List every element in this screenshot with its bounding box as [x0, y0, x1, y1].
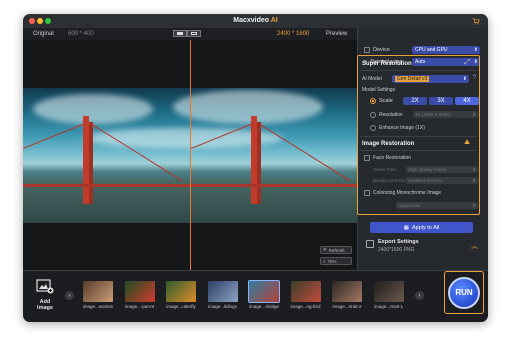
thumbnail-image	[207, 281, 238, 302]
background-label: Background Face	[373, 178, 409, 183]
super-resolution-title: Super Resolution	[362, 61, 412, 67]
thumbnail-image	[332, 281, 362, 302]
restoration-icon: ⛰	[464, 139, 470, 146]
background-select[interactable]: Gradient Overlay ⬍	[406, 177, 478, 184]
thumbnail-item[interactable]: image...ildings	[204, 281, 242, 315]
thumbnail-caption: image...ildings	[208, 304, 237, 309]
cart-icon[interactable]	[472, 17, 480, 25]
thumbnail-image	[248, 280, 280, 303]
refresh-button[interactable]: ⟳ Refresh	[320, 246, 352, 254]
resolution-radio[interactable]	[370, 112, 376, 118]
thumbnail-caption: image...-parrot	[124, 304, 155, 309]
thumbnail-strip: Add Image ‹ image...woman image...-parrot…	[23, 270, 488, 322]
app-window: Macxvideo AI Original 600 * 400 2400 * 1…	[23, 14, 488, 322]
thumbnail-item[interactable]: image...rtrait-1	[370, 281, 408, 315]
device-select[interactable]: CPU and GPU ⬍	[412, 46, 480, 54]
scale-3x-button[interactable]: 3X	[429, 97, 453, 105]
thumbnail-caption: image...woman	[82, 304, 114, 309]
ai-model-label: AI Model	[362, 76, 382, 82]
thumbnail-item[interactable]: image...rtrait-2	[328, 281, 366, 315]
zoom-level-select[interactable]: ⌕ 75%	[320, 257, 352, 265]
export-settings-row[interactable]: Export Settings 2400*1600 PNG ︽	[362, 237, 482, 255]
thumbnail-item[interactable]: image...woman	[79, 281, 117, 315]
scale-radio[interactable]	[370, 98, 376, 104]
output-resolution: 2400 * 1600	[277, 31, 310, 37]
colorizing-option[interactable]: Colorizing Monochrome Image	[364, 190, 441, 196]
thumbnail-caption: image...rtrait-1	[373, 304, 403, 309]
model-settings-label: Model Settings	[362, 87, 396, 93]
original-label: Original	[33, 31, 54, 37]
run-button-frame: RUN	[444, 271, 484, 314]
thumbnail-item[interactable]: image...ng-bird	[287, 281, 325, 315]
face-restoration-option[interactable]: Face Restoration	[364, 155, 411, 161]
export-icon	[366, 240, 374, 248]
app-title: Macxvideo AI	[233, 17, 278, 24]
side-by-side-button[interactable]	[187, 30, 201, 37]
thumbnail-image	[373, 281, 404, 302]
help-icon[interactable]: ?	[473, 75, 476, 81]
resolution-select[interactable]: 4K (4096 X 4096) ⬍	[413, 111, 478, 118]
preview-label: Preview	[326, 31, 348, 37]
run-button[interactable]: RUN	[448, 276, 480, 309]
thumbnail-image	[166, 281, 196, 302]
colorizing-checkbox[interactable]	[364, 190, 370, 196]
thumbnail-caption: image...ng-bird	[290, 304, 321, 309]
chevron-up-icon[interactable]: ︽	[471, 241, 478, 251]
enhance-option[interactable]: Enhance Image (1X)	[370, 125, 425, 131]
thumbnail-image	[83, 281, 113, 302]
thumbnail-caption: image...-bridge	[248, 304, 279, 309]
super-resolution-section: Super Resolution ⤢ AI Model Gen Detail v…	[357, 55, 480, 215]
preview-toolbar: Original 600 * 400 2400 * 1600 Preview	[23, 28, 357, 40]
apply-icon: ▦	[403, 224, 409, 231]
apply-to-all-button[interactable]: ▦ Apply to All	[370, 222, 473, 233]
add-image-icon	[36, 279, 54, 294]
thumbnail-image	[124, 281, 155, 302]
device-icon	[364, 47, 370, 53]
thumbnail-prev-button[interactable]: ‹	[65, 291, 74, 300]
view-mode-toggle	[173, 30, 201, 37]
face-restoration-checkbox[interactable]	[364, 155, 370, 161]
scale-option[interactable]: Scale	[370, 98, 393, 104]
export-format: 2400*1600 PNG	[378, 247, 415, 253]
thumbnail-caption: image...utterfly	[166, 304, 196, 309]
enhance-radio[interactable]	[370, 125, 376, 131]
thumbnail-next-button[interactable]: ›	[415, 291, 424, 300]
thumbnail-item[interactable]: image...utterfly	[162, 281, 200, 315]
thumbnail-item[interactable]: image...-parrot	[121, 281, 159, 315]
scale-4x-button[interactable]: 4X	[455, 97, 479, 105]
thumbnail-image	[290, 281, 321, 302]
original-resolution: 600 * 400	[68, 31, 94, 37]
image-restoration-title: Image Restoration	[362, 141, 415, 147]
add-image-button[interactable]: Add Image	[31, 278, 59, 311]
select-face-label: Select Face	[373, 167, 397, 172]
colorizing-select[interactable]: HyperColor ⬍	[396, 202, 478, 209]
select-face-select[interactable]: High Quality Faces ⬍	[406, 166, 478, 173]
compare-slider-handle[interactable]	[190, 40, 191, 270]
resolution-option[interactable]: Resolution	[370, 112, 403, 118]
split-view-button[interactable]	[173, 30, 187, 37]
ai-model-select[interactable]: Gen Detail v3 ⬍	[392, 75, 469, 83]
expand-icon[interactable]: ⤢	[464, 59, 470, 67]
thumbnail-item[interactable]: image...-bridge	[245, 280, 283, 315]
scale-2x-button[interactable]: 2X	[403, 97, 427, 105]
title-bar: Macxvideo AI	[23, 14, 488, 28]
thumbnail-caption: image...rtrait-2	[332, 304, 362, 309]
